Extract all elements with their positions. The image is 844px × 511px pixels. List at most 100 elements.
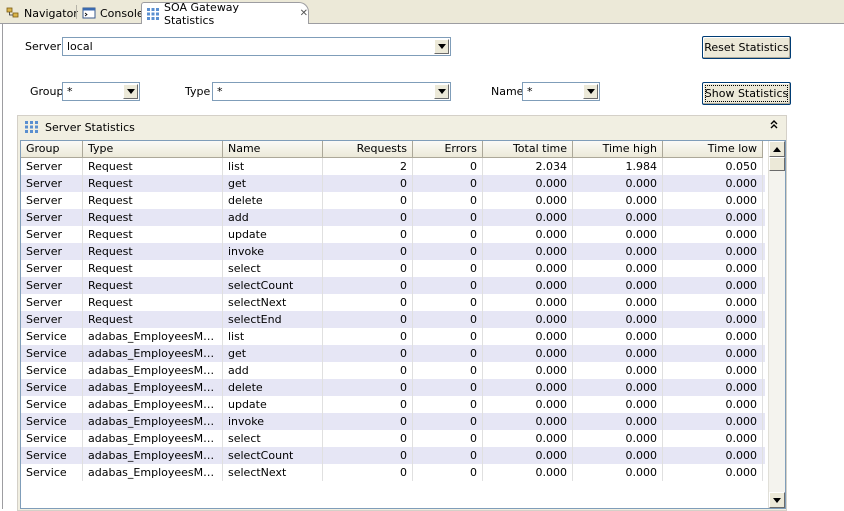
- table-header: Group Type Name Requests Errors Total time Tim…: [21, 141, 763, 158]
- table-row[interactable]: Server Request selectCount 0 0 0.000 0.000 0.00…: [21, 277, 765, 294]
- table-row[interactable]: Service adabas_EmployeesMini_... delete 0 0 0…: [21, 379, 765, 396]
- type-select[interactable]: *: [212, 82, 451, 101]
- cell-group: Server: [21, 243, 83, 260]
- table-row[interactable]: Server Request get 0 0 0.000 0.000 0.000: [21, 175, 765, 192]
- table-row[interactable]: Server Request delete 0 0 0.000 0.000 0.000: [21, 192, 765, 209]
- cell-errors: 0: [413, 430, 483, 447]
- scroll-up-button[interactable]: [769, 141, 785, 157]
- cell-requests: 2: [323, 158, 413, 175]
- cell-type: Request: [83, 243, 223, 260]
- chevron-down-icon[interactable]: [434, 84, 449, 99]
- cell-name: delete: [223, 379, 323, 396]
- close-tab-icon[interactable]: ✕: [300, 8, 308, 19]
- cell-group: Service: [21, 396, 83, 413]
- scroll-down-button[interactable]: [769, 492, 785, 508]
- cell-requests: 0: [323, 294, 413, 311]
- cell-time-high: 1.984: [573, 158, 663, 175]
- column-header-type[interactable]: Type: [83, 141, 223, 158]
- table-row[interactable]: Service adabas_EmployeesMini_... select 0 0 0…: [21, 430, 765, 447]
- cell-errors: 0: [413, 311, 483, 328]
- cell-time-low: 0.000: [663, 413, 763, 430]
- collapse-section-icon[interactable]: [770, 119, 778, 132]
- cell-name: delete: [223, 192, 323, 209]
- cell-requests: 0: [323, 447, 413, 464]
- chevron-down-icon[interactable]: [583, 84, 598, 99]
- server-select-value: local: [67, 40, 93, 53]
- section-title: Server Statistics: [45, 120, 135, 134]
- table-row[interactable]: Server Request list 2 0 2.034 1.984 0.050: [21, 158, 765, 175]
- cell-requests: 0: [323, 243, 413, 260]
- cell-total-time: 0.000: [483, 328, 573, 345]
- cell-errors: 0: [413, 464, 483, 481]
- cell-group: Service: [21, 447, 83, 464]
- table-body: Server Request list 2 0 2.034 1.984 0.050 Server…: [21, 158, 765, 481]
- cell-group: Server: [21, 294, 83, 311]
- cell-requests: 0: [323, 464, 413, 481]
- show-statistics-button[interactable]: Show Statistics: [702, 82, 791, 105]
- cell-time-low: 0.000: [663, 345, 763, 362]
- table-row[interactable]: Server Request invoke 0 0 0.000 0.000 0.000: [21, 243, 765, 260]
- table-row[interactable]: Service adabas_EmployeesMini_... selectNex…: [21, 464, 765, 481]
- cell-total-time: 0.000: [483, 277, 573, 294]
- table-row[interactable]: Service adabas_EmployeesMini_... list 0 0 0.0…: [21, 328, 765, 345]
- column-header-requests[interactable]: Requests: [323, 141, 413, 158]
- reset-statistics-button[interactable]: Reset Statistics: [702, 36, 791, 59]
- column-header-errors[interactable]: Errors: [413, 141, 483, 158]
- cell-errors: 0: [413, 396, 483, 413]
- cell-type: adabas_EmployeesMini_...: [83, 396, 223, 413]
- table-row[interactable]: Server Request select 0 0 0.000 0.000 0.000: [21, 260, 765, 277]
- tab-console[interactable]: Console: [78, 2, 144, 24]
- statistics-table[interactable]: Group Type Name Requests Errors Total time Tim…: [20, 140, 786, 509]
- table-row[interactable]: Service adabas_EmployeesMini_... add 0 0 0.00…: [21, 362, 765, 379]
- table-row[interactable]: Service adabas_EmployeesMini_... selectCou…: [21, 447, 765, 464]
- cell-type: adabas_EmployeesMini_...: [83, 379, 223, 396]
- cell-type: adabas_EmployeesMini_...: [83, 430, 223, 447]
- name-select[interactable]: *: [522, 82, 600, 101]
- scroll-thumb[interactable]: [769, 157, 785, 171]
- cell-type: Request: [83, 209, 223, 226]
- cell-total-time: 0.000: [483, 379, 573, 396]
- table-row[interactable]: Service adabas_EmployeesMini_... update 0 0 0…: [21, 396, 765, 413]
- cell-type: adabas_EmployeesMini_...: [83, 464, 223, 481]
- cell-type: adabas_EmployeesMini_...: [83, 447, 223, 464]
- cell-requests: 0: [323, 260, 413, 277]
- cell-time-high: 0.000: [573, 209, 663, 226]
- table-row[interactable]: Service adabas_EmployeesMini_... get 0 0 0.00…: [21, 345, 765, 362]
- cell-errors: 0: [413, 260, 483, 277]
- tab-soa-gateway-statistics[interactable]: SOA Gateway Statistics ✕: [141, 0, 309, 27]
- cell-time-low: 0.000: [663, 209, 763, 226]
- column-header-group[interactable]: Group: [21, 141, 83, 158]
- cell-errors: 0: [413, 277, 483, 294]
- chevron-down-icon[interactable]: [123, 84, 138, 99]
- cell-total-time: 0.000: [483, 311, 573, 328]
- tab-soa-gateway-statistics-label: SOA Gateway Statistics: [164, 0, 240, 27]
- chevron-down-icon[interactable]: [434, 39, 449, 54]
- table-row[interactable]: Service adabas_EmployeesMini_... invoke 0 0 0…: [21, 413, 765, 430]
- cell-total-time: 0.000: [483, 345, 573, 362]
- section-header[interactable]: Server Statistics: [18, 116, 786, 138]
- group-select[interactable]: *: [62, 82, 140, 101]
- vertical-scrollbar[interactable]: [768, 141, 785, 508]
- column-header-time-high[interactable]: Time high: [573, 141, 663, 158]
- cell-errors: 0: [413, 192, 483, 209]
- cell-time-low: 0.000: [663, 175, 763, 192]
- cell-time-high: 0.000: [573, 447, 663, 464]
- cell-type: Request: [83, 311, 223, 328]
- table-row[interactable]: Server Request add 0 0 0.000 0.000 0.000: [21, 209, 765, 226]
- column-header-name[interactable]: Name: [223, 141, 323, 158]
- cell-time-low: 0.000: [663, 294, 763, 311]
- cell-type: adabas_EmployeesMini_...: [83, 345, 223, 362]
- cell-time-high: 0.000: [573, 345, 663, 362]
- table-row[interactable]: Server Request selectNext 0 0 0.000 0.000 0.000: [21, 294, 765, 311]
- server-select[interactable]: local: [62, 37, 451, 56]
- column-header-total-time[interactable]: Total time: [483, 141, 573, 158]
- cell-requests: 0: [323, 345, 413, 362]
- cell-total-time: 0.000: [483, 362, 573, 379]
- tab-navigator[interactable]: Navigator: [2, 2, 78, 24]
- cell-name: selectNext: [223, 464, 323, 481]
- table-row[interactable]: Server Request update 0 0 0.000 0.000 0.000: [21, 226, 765, 243]
- table-row[interactable]: Server Request selectEnd 0 0 0.000 0.000 0.000: [21, 311, 765, 328]
- column-header-time-low[interactable]: Time low: [663, 141, 763, 158]
- cell-type: Request: [83, 175, 223, 192]
- cell-errors: 0: [413, 345, 483, 362]
